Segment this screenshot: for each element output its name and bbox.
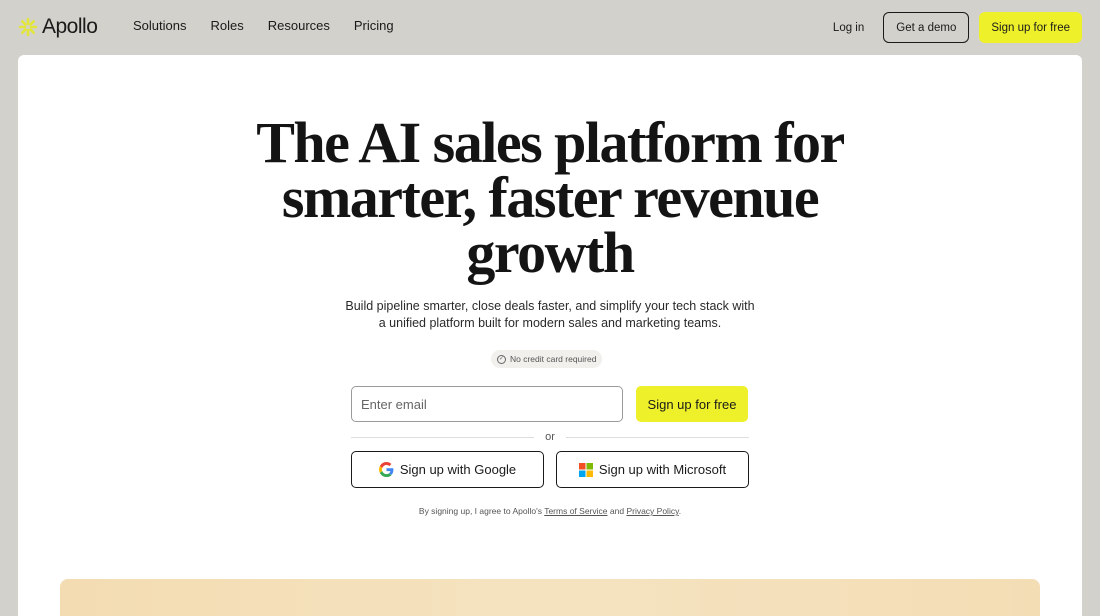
privacy-link[interactable]: Privacy Policy — [626, 506, 678, 516]
divider-or-text: or — [545, 431, 555, 443]
apollo-logo-icon — [18, 17, 38, 37]
hero-headline: The AI sales platform for smarter, faste… — [18, 110, 1082, 285]
headline-line-3: growth — [466, 220, 635, 285]
subtext-line-1: Build pipeline smarter, close deals fast… — [345, 299, 755, 313]
google-icon — [378, 462, 394, 477]
legal-notice: By signing up, I agree to Apollo's Terms… — [18, 506, 1082, 516]
nav-links: Solutions Roles Resources Pricing — [133, 18, 394, 33]
microsoft-button-label: Sign up with Microsoft — [598, 462, 727, 477]
no-credit-card-badge: ✓ No credit card required — [491, 350, 603, 368]
badge-text: No credit card required — [510, 354, 597, 364]
divider-line-left — [351, 436, 535, 438]
terms-link[interactable]: Terms of Service — [544, 506, 607, 516]
legal-prefix: By signing up, I agree to Apollo's — [418, 506, 542, 516]
login-link[interactable]: Log in — [833, 22, 864, 34]
nav-solutions[interactable]: Solutions — [133, 18, 186, 33]
hero-subtext: Build pipeline smarter, close deals fast… — [340, 298, 760, 331]
nav-pricing[interactable]: Pricing — [354, 18, 394, 33]
signup-nav-button[interactable]: Sign up for free — [979, 12, 1082, 43]
nav-resources[interactable]: Resources — [268, 18, 330, 33]
google-button-label: Sign up with Google — [399, 462, 517, 477]
subtext-line-2: a unified platform built for modern sale… — [378, 315, 722, 330]
logo[interactable]: Apollo — [18, 15, 98, 39]
hero-media-panel — [60, 579, 1040, 616]
nav-roles[interactable]: Roles — [210, 18, 243, 33]
legal-suffix: . — [678, 506, 682, 516]
signup-submit-button[interactable]: Sign up for free — [636, 386, 748, 422]
headline-line-2: smarter, faster revenue — [281, 165, 820, 230]
microsoft-signup-button[interactable]: Sign up with Microsoft — [556, 451, 749, 488]
divider-line-right — [565, 436, 749, 438]
hero-card: The AI sales platform for smarter, faste… — [18, 55, 1082, 616]
top-nav: Apollo Solutions Roles Resources Pricing… — [0, 0, 1100, 55]
google-signup-button[interactable]: Sign up with Google — [351, 451, 544, 488]
logo-text: Apollo — [42, 15, 98, 38]
microsoft-icon — [578, 462, 593, 477]
get-demo-button[interactable]: Get a demo — [883, 12, 970, 43]
nav-actions: Log in Get a demo Sign up for free — [833, 12, 1082, 43]
email-input[interactable] — [351, 386, 623, 422]
check-circle-icon: ✓ — [497, 354, 506, 364]
legal-and: and — [609, 506, 625, 516]
headline-line-1: The AI sales platform for — [256, 110, 845, 175]
or-divider: or — [351, 430, 749, 444]
